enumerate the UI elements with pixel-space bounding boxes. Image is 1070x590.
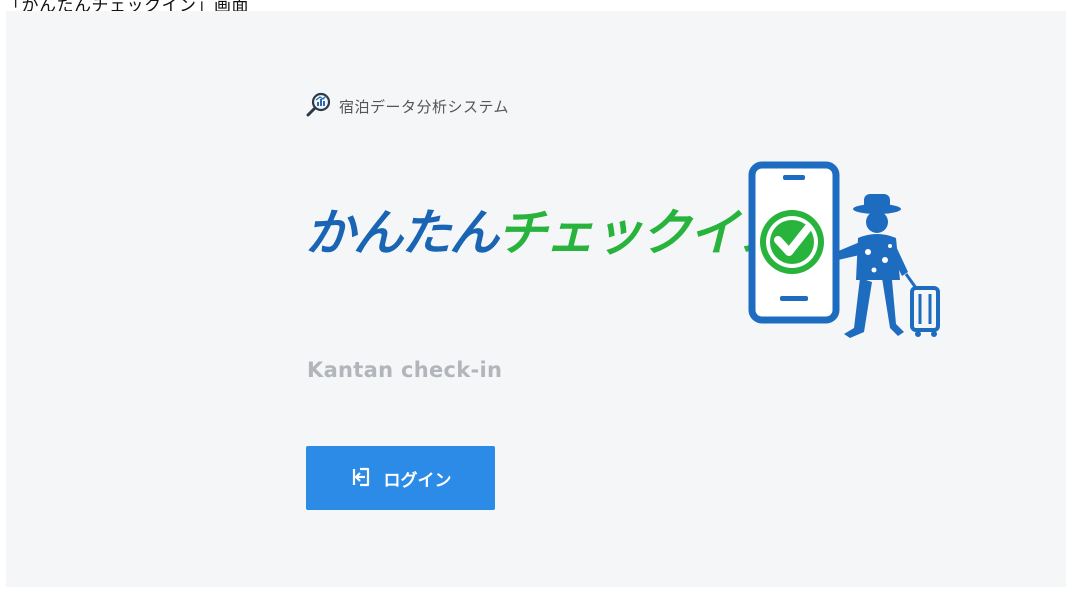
login-button[interactable]: ログイン [306,446,495,510]
magnifier-chart-icon [305,91,333,121]
app-subtitle: Kantan check-in [307,358,503,382]
system-name: 宿泊データ分析システム [339,97,510,116]
app-logo-text: かんたんチェックイン [305,208,787,258]
login-icon [350,466,372,491]
checkin-illustration [740,160,955,349]
login-button-label: ログイン [383,470,452,491]
logo-text-blue: かんたん [305,204,499,262]
traveler-icon [836,194,940,338]
system-header: 宿泊データ分析システム [305,91,509,121]
check-circle-icon [760,210,824,274]
